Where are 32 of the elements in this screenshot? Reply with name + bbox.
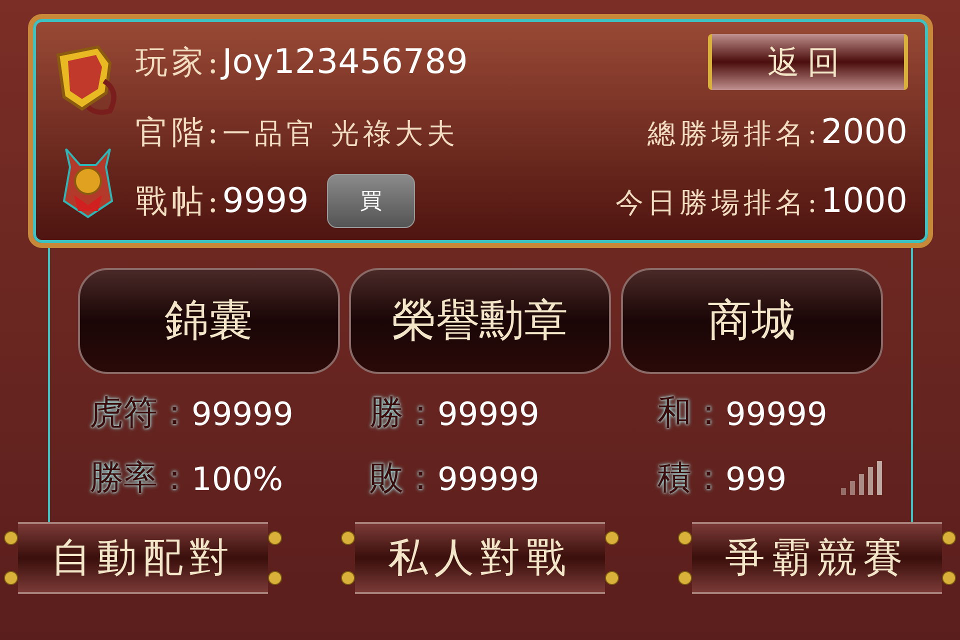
stat-label: 敗： xyxy=(370,457,438,500)
stat-label: 勝率： xyxy=(90,457,192,500)
mode-button[interactable]: 私人對戰 xyxy=(355,522,605,594)
mode-button[interactable]: 自動配對 xyxy=(18,522,268,594)
field-label: 戰帖: xyxy=(136,181,222,222)
stat-value: 100% xyxy=(192,458,283,500)
stat-label: 勝： xyxy=(370,392,438,435)
stat-value: 99999 xyxy=(726,394,828,434)
field-label: 官階: xyxy=(136,112,222,153)
ranking-label: 今日勝場排名: xyxy=(616,184,821,220)
ranking-label: 總勝場排名: xyxy=(648,116,821,152)
stat-label: 和： xyxy=(658,392,726,435)
scroll-end-icon xyxy=(942,531,956,585)
mode-button[interactable]: 爭霸競賽 xyxy=(692,522,942,594)
stat-value: 999 xyxy=(726,458,787,500)
buy-button[interactable]: 買 xyxy=(326,174,415,228)
stat-value: 99999 xyxy=(438,394,540,434)
scroll-end-icon xyxy=(268,531,282,585)
stat-value: 99999 xyxy=(192,394,294,434)
ranking-value: 2000 xyxy=(820,110,908,154)
scroll-end-icon xyxy=(605,531,619,585)
menu-button[interactable]: 錦囊 xyxy=(78,268,340,374)
back-button[interactable]: 返回 xyxy=(708,34,908,90)
stat-label: 虎符： xyxy=(90,392,192,435)
field-value: 9999 xyxy=(222,180,309,222)
field-value: 一品官 光祿大夫 xyxy=(222,116,460,152)
menu-button[interactable]: 榮譽勳章 xyxy=(349,268,611,374)
field-value: Joy123456789 xyxy=(222,40,468,84)
stat-value: 99999 xyxy=(438,458,540,500)
ranking-value: 1000 xyxy=(820,180,908,222)
stat-label: 積： xyxy=(658,457,726,500)
menu-button[interactable]: 商城 xyxy=(620,268,882,374)
